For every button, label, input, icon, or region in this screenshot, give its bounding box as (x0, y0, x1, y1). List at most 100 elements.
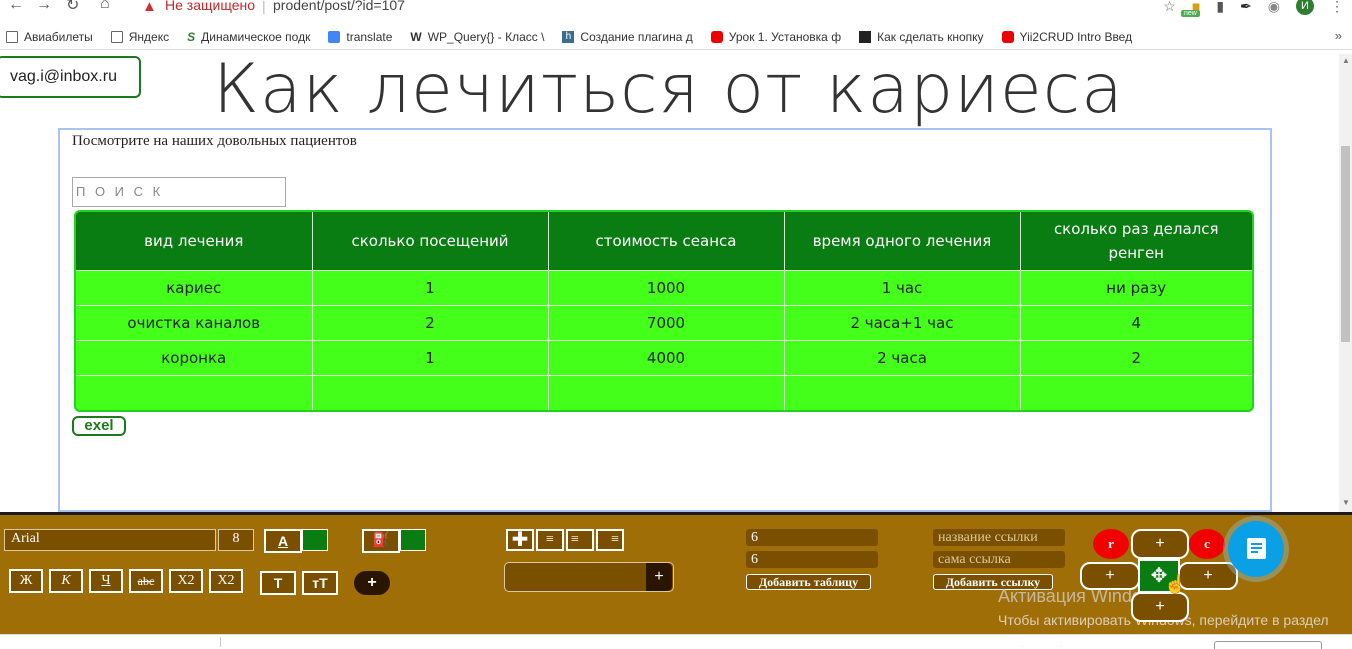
align-center-button[interactable]: ≡ (536, 529, 564, 551)
table-cell[interactable]: ни разу (1020, 269, 1252, 305)
table-cell[interactable]: 4 (1020, 304, 1252, 340)
table-cell[interactable]: кариес (76, 269, 313, 305)
youtube-icon (1001, 30, 1014, 43)
reload-icon[interactable]: ↻ (66, 0, 79, 15)
home-icon[interactable]: ⌂ (100, 0, 110, 13)
bookmark-item[interactable]: h Создание плагина д (562, 30, 693, 44)
table-cell[interactable]: 2 (312, 304, 549, 340)
column-header[interactable]: время одного лечения (784, 212, 1021, 270)
font-family-field[interactable]: Arial (4, 529, 216, 551)
extension-icon[interactable]: ▮ (1216, 0, 1224, 15)
bookmark-item[interactable]: Yii2CRUD Intro Введ (1001, 30, 1132, 44)
pointer-cursor-icon: ☝ (1164, 574, 1187, 594)
table-cell[interactable]: 1 (312, 269, 549, 305)
table-cell[interactable]: очистка каналов (76, 304, 313, 340)
text-color-button[interactable]: A (264, 529, 302, 553)
search-input[interactable]: П О И С К (72, 177, 286, 207)
extension-icon[interactable]: ◉ (1268, 0, 1280, 15)
paint-bucket-icon: ⛽ (372, 533, 390, 548)
more-bookmarks-icon[interactable]: » (1335, 28, 1342, 43)
text-color-swatch[interactable] (302, 529, 328, 551)
popup-tab[interactable] (1214, 641, 1322, 649)
bookmark-item[interactable]: S Динамическое подк (187, 30, 310, 44)
bold-button[interactable]: Ж (9, 569, 43, 593)
italic-button[interactable]: К (49, 569, 83, 593)
scroll-thumb[interactable] (1341, 146, 1350, 342)
table-cell[interactable]: 2 часа+1 час (784, 304, 1021, 340)
align-all-button[interactable]: ✚ (506, 529, 534, 551)
table-cell[interactable]: 2 (1020, 339, 1252, 375)
table-cell[interactable]: 1 (312, 339, 549, 375)
page-icon (6, 30, 18, 43)
table-cell[interactable]: 2 часа (784, 339, 1021, 375)
table-cell[interactable] (1020, 374, 1252, 410)
scroll-up-icon[interactable]: ▲ (1342, 56, 1350, 65)
remove-row-button[interactable]: r (1093, 529, 1129, 559)
table-cell[interactable]: 7000 (548, 304, 785, 340)
table-cell[interactable]: 1000 (548, 269, 785, 305)
security-label[interactable]: Не защищено (165, 0, 255, 13)
underline-button[interactable]: Ч (89, 569, 123, 593)
add-above-button[interactable]: + (1131, 529, 1189, 559)
column-header[interactable]: сколько раз делался ренген (1020, 212, 1252, 270)
table-cell[interactable]: 4000 (548, 339, 785, 375)
bookmark-item[interactable]: Авиабилеты (6, 30, 93, 44)
table-rows-field[interactable]: 6 (746, 529, 878, 546)
add-button[interactable]: + (354, 571, 390, 595)
remove-column-button[interactable]: c (1189, 529, 1225, 559)
browser-toolbar: ← → ↻ ⌂ ▲ Не защищено | prodent/post/?id… (0, 0, 1352, 22)
table-cell[interactable]: коронка (76, 339, 313, 375)
table-row: коронка 1 4000 2 часа 2 (76, 339, 1252, 375)
column-header[interactable]: сколько посещений (312, 212, 549, 270)
table-cell[interactable]: 1 час (784, 269, 1021, 305)
bookmark-item[interactable]: translate (328, 30, 392, 44)
align-right-button[interactable]: ≡ (596, 529, 624, 551)
uppercase-button[interactable]: T (260, 571, 296, 595)
bookmark-item[interactable]: Как сделать кнопку (859, 30, 984, 44)
column-header[interactable]: вид лечения (76, 212, 313, 270)
capitalize-button[interactable]: тT (302, 571, 338, 595)
align-right-icon: ≡ (611, 532, 619, 547)
bookmark-item[interactable]: Яндекс (110, 30, 169, 44)
table-cols-field[interactable]: 6 (746, 551, 878, 568)
page-icon (110, 30, 123, 43)
table-row: очистка каналов 2 7000 2 часа+1 час 4 (76, 304, 1252, 340)
bookmark-item[interactable]: Урок 1. Установка ф (710, 30, 841, 44)
star-icon[interactable]: ☆ (1163, 0, 1176, 15)
youtube-icon (710, 30, 723, 43)
chat-fab-button[interactable] (1228, 521, 1284, 577)
table-cell[interactable] (312, 374, 549, 410)
add-table-button[interactable]: Добавить таблицу (746, 574, 871, 590)
url-text[interactable]: prodent/post/?id=107 (273, 0, 405, 13)
page-scrollbar[interactable]: ▲ ▼ (1339, 54, 1352, 512)
fill-color-swatch[interactable] (400, 529, 426, 551)
menu-icon[interactable]: ⋮ (1330, 0, 1344, 15)
back-icon[interactable]: ← (8, 0, 24, 14)
add-right-button[interactable]: + (1178, 562, 1238, 590)
font-size-field[interactable]: 8 (218, 529, 254, 551)
table-cell[interactable] (548, 374, 785, 410)
column-header[interactable]: стоимость сеанса (548, 212, 785, 270)
add-below-button[interactable]: + (1131, 592, 1189, 622)
scroll-down-icon[interactable]: ▼ (1342, 498, 1350, 507)
bookmark-item[interactable]: W WP_Query{} - Класс \ (410, 30, 544, 44)
table-cell[interactable] (76, 374, 313, 410)
warning-icon[interactable]: ▲ (142, 0, 157, 15)
align-left-icon: ≡ (571, 532, 579, 547)
table-row: кариес 1 1000 1 час ни разу (76, 269, 1252, 305)
forward-icon[interactable]: → (36, 0, 52, 14)
link-url-input[interactable]: сама ссылка (933, 551, 1065, 568)
insert-add-button[interactable]: + (646, 563, 672, 591)
profile-avatar[interactable]: И (1296, 0, 1314, 15)
export-excel-button[interactable]: exel (72, 416, 126, 436)
extension-icon[interactable]: ✒ (1240, 0, 1252, 15)
fill-color-button[interactable]: ⛽ (362, 529, 400, 553)
subscript-button[interactable]: X2 (169, 569, 203, 593)
table-cell[interactable] (784, 374, 1021, 410)
add-left-button[interactable]: + (1080, 562, 1140, 590)
superscript-button[interactable]: X2 (209, 569, 243, 593)
link-name-input[interactable]: название ссылки (933, 529, 1065, 546)
strikethrough-button[interactable]: abc (129, 569, 163, 593)
s-logo-icon: S (187, 29, 196, 44)
align-left-button[interactable]: ≡ (566, 529, 594, 551)
